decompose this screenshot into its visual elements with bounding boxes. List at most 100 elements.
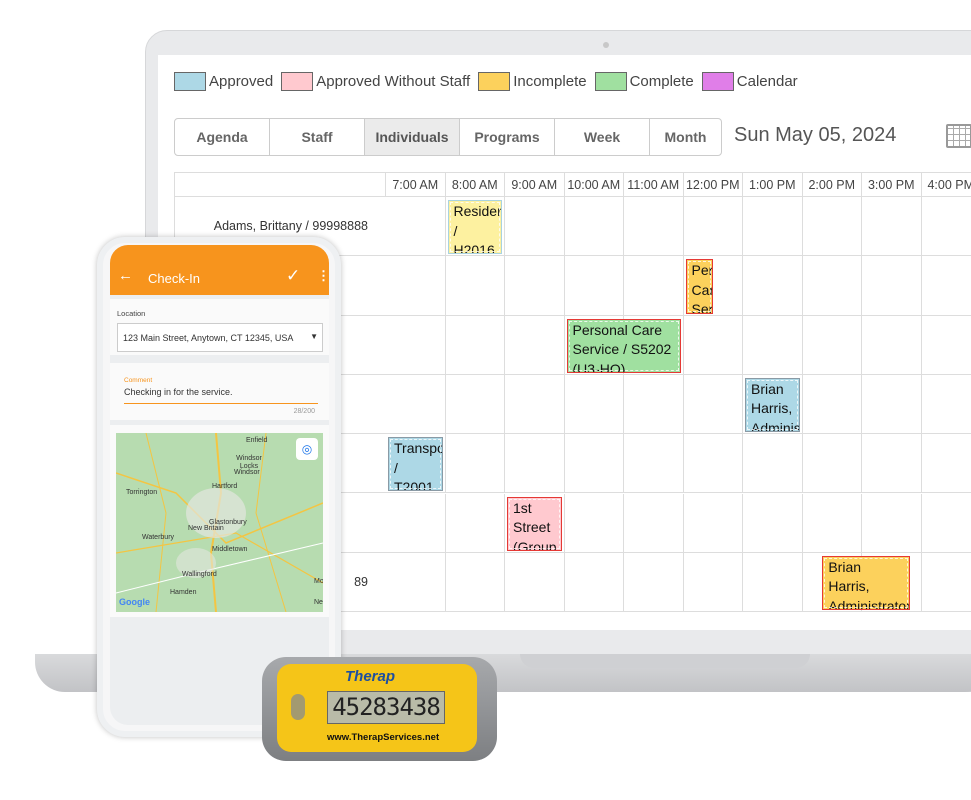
time-slot[interactable] <box>564 197 624 257</box>
time-slot[interactable] <box>862 374 922 435</box>
time-slot[interactable] <box>921 256 971 316</box>
time-slot[interactable] <box>921 553 971 613</box>
time-slot[interactable] <box>624 256 684 316</box>
schedule-event[interactable]: Brian Harris, Administrator <box>822 555 910 611</box>
legend-swatch <box>594 72 627 91</box>
time-slot[interactable] <box>624 493 684 553</box>
time-slot[interactable] <box>921 316 971 375</box>
time-slot[interactable] <box>683 374 743 435</box>
time-slot[interactable] <box>564 434 624 494</box>
token-code: 45283438 <box>327 691 445 724</box>
location-value: 123 Main Street, Anytown, CT 12345, USA <box>123 333 294 343</box>
time-slot[interactable] <box>743 315 803 375</box>
time-slot[interactable] <box>921 375 971 435</box>
calendar-icon[interactable] <box>946 124 971 148</box>
time-slot[interactable] <box>386 315 446 375</box>
time-slot[interactable] <box>683 434 743 494</box>
tab-programs[interactable]: Programs <box>460 119 555 155</box>
schedule-event[interactable]: Brian Harris, Administrator <box>745 377 800 433</box>
time-slot[interactable] <box>386 493 446 553</box>
time-slot[interactable] <box>862 197 922 257</box>
tab-week[interactable]: Week <box>555 119 650 155</box>
token-button[interactable] <box>291 694 305 720</box>
time-slot[interactable] <box>683 315 743 375</box>
map-town-label: Hamden <box>170 589 197 596</box>
back-arrow-icon[interactable]: ← <box>118 267 133 284</box>
time-slot[interactable] <box>564 374 624 435</box>
time-slot[interactable] <box>743 197 803 257</box>
schedule-event[interactable]: Transportation / T2001 <box>388 437 443 492</box>
time-slot[interactable] <box>445 374 505 435</box>
time-slot[interactable] <box>505 552 565 613</box>
time-slot[interactable] <box>564 493 624 553</box>
time-slot[interactable] <box>564 256 624 316</box>
time-slot[interactable] <box>505 256 565 316</box>
time-slot[interactable] <box>862 256 922 316</box>
time-slot[interactable] <box>386 374 446 435</box>
time-slot[interactable] <box>862 315 922 375</box>
tab-individuals[interactable]: Individuals <box>365 119 460 155</box>
time-slot[interactable] <box>862 434 922 494</box>
time-slot[interactable] <box>445 493 505 553</box>
time-slot[interactable] <box>862 493 922 553</box>
time-slot[interactable] <box>921 197 971 257</box>
time-slot[interactable] <box>683 552 743 613</box>
tab-staff[interactable]: Staff <box>270 119 365 155</box>
legend-swatch <box>701 72 734 91</box>
time-slot[interactable] <box>802 493 862 553</box>
schedule-event[interactable]: 1st Street (Group Home) <box>507 496 562 551</box>
time-slot[interactable] <box>802 256 862 316</box>
more-menu-icon[interactable]: ⋮ <box>317 268 329 284</box>
location-label: Location <box>117 309 146 318</box>
checkmark-icon[interactable]: ✓ <box>286 266 300 286</box>
time-slot[interactable] <box>802 197 862 257</box>
time-slot[interactable] <box>505 315 565 375</box>
time-slot[interactable] <box>386 197 446 257</box>
legend-label: Complete <box>629 73 694 90</box>
time-slot[interactable] <box>386 552 446 613</box>
time-slot[interactable] <box>802 374 862 435</box>
time-slot[interactable] <box>445 552 505 613</box>
time-slot[interactable] <box>624 374 684 435</box>
time-slot[interactable] <box>743 493 803 553</box>
locate-me-icon[interactable]: ◎ <box>296 438 318 460</box>
time-slot[interactable] <box>386 256 446 316</box>
hour-header: 12:00 PM <box>683 172 743 197</box>
comment-label: Comment <box>124 377 153 384</box>
time-slot[interactable] <box>445 256 505 316</box>
time-slot[interactable] <box>624 197 684 257</box>
time-slot[interactable] <box>445 434 505 494</box>
tab-agenda[interactable]: Agenda <box>175 119 270 155</box>
time-slot[interactable] <box>505 374 565 435</box>
tab-month[interactable]: Month <box>650 119 721 155</box>
time-slot[interactable] <box>743 256 803 316</box>
time-slot[interactable] <box>802 434 862 494</box>
schedule-event[interactable]: Personal Care Service <box>685 259 714 314</box>
time-slot[interactable] <box>505 197 565 257</box>
hour-header: 1:00 PM <box>743 172 803 197</box>
time-slot[interactable] <box>445 315 505 375</box>
time-slot[interactable] <box>743 434 803 494</box>
hour-header: 4:00 PM <box>921 172 971 197</box>
time-slot[interactable] <box>921 494 971 553</box>
time-slot[interactable] <box>624 434 684 494</box>
current-date: Sun May 05, 2024 <box>734 124 897 146</box>
hour-header: 9:00 AM <box>505 172 565 197</box>
legend-label: Approved Without Staff <box>316 73 471 90</box>
legend-label: Approved <box>209 73 274 90</box>
legend-item: Incomplete <box>478 72 587 91</box>
time-slot[interactable] <box>743 552 803 613</box>
time-slot[interactable] <box>802 315 862 375</box>
map[interactable]: Enfield Windsor Locks Windsor Hartford Torri… <box>116 433 323 612</box>
time-slot[interactable] <box>683 197 743 257</box>
time-slot[interactable] <box>921 434 971 494</box>
time-slot[interactable] <box>624 552 684 613</box>
time-slot[interactable] <box>564 552 624 613</box>
schedule-event[interactable]: Residential / H2016 <box>447 200 503 255</box>
comment-input[interactable]: Checking in for the service. <box>124 387 318 404</box>
time-slot[interactable] <box>683 493 743 553</box>
hour-header: 10:00 AM <box>564 172 624 197</box>
location-select[interactable]: 123 Main Street, Anytown, CT 12345, USA ▼ <box>117 323 323 352</box>
schedule-event[interactable]: Personal Care Service / S5202 (U3-HQ) <box>566 318 681 373</box>
time-slot[interactable] <box>505 434 565 494</box>
